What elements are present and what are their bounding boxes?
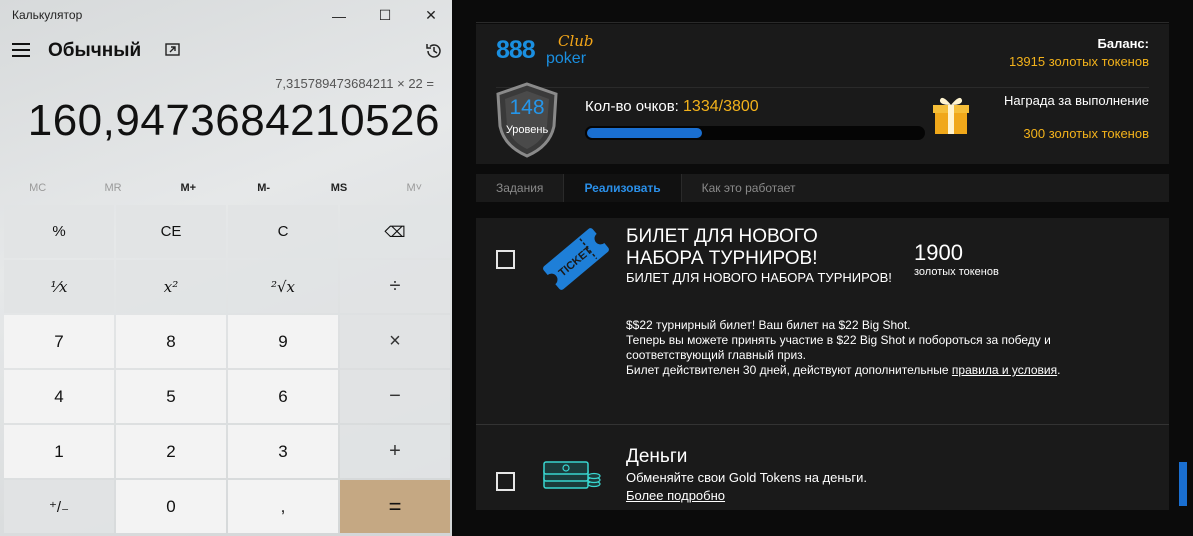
offer-desc-line: $$22 турнирный билет! Ваш билет на $22 B… xyxy=(626,318,911,332)
tab-redeem[interactable]: Реализовать xyxy=(563,174,682,202)
minus-button[interactable]: − xyxy=(340,370,450,423)
points-label: Кол-во очков: xyxy=(585,98,679,115)
result-display: 160,9473684210526 xyxy=(27,96,440,145)
top-divider xyxy=(476,22,1169,23)
memory-row: MC MR M+ M- MS M˅ xyxy=(0,176,452,200)
decimal-button[interactable]: , xyxy=(228,480,338,533)
digit-1-button[interactable]: 1 xyxy=(4,425,114,478)
mode-title: Обычный xyxy=(48,40,142,61)
points-row: Кол-во очков: 1334/3800 xyxy=(585,98,759,116)
digit-0-button[interactable]: 0 xyxy=(116,480,226,533)
points-progress-bar xyxy=(585,126,925,140)
offer-desc-end: . xyxy=(1057,363,1061,377)
reward-value: 300 золотых токенов xyxy=(1023,126,1149,141)
minimize-button[interactable]: — xyxy=(316,0,362,31)
logo-888: 888 xyxy=(496,36,536,64)
percent-button[interactable]: % xyxy=(4,205,114,258)
offers-list: TICKET БИЛЕТ ДЛЯ НОВОГО НАБОРА ТУРНИРОВ!… xyxy=(476,218,1169,510)
digit-2-button[interactable]: 2 xyxy=(116,425,226,478)
tab-how-it-works[interactable]: Как это работает xyxy=(682,174,816,202)
maximize-button[interactable]: ☐ xyxy=(362,0,408,31)
digit-3-button[interactable]: 3 xyxy=(228,425,338,478)
keep-on-top-icon[interactable] xyxy=(164,41,182,59)
offer-ticket-checkbox[interactable] xyxy=(496,250,515,269)
equals-button[interactable]: = xyxy=(340,480,450,533)
square-button[interactable]: x² xyxy=(116,260,226,313)
calculator-header: Обычный xyxy=(0,31,452,71)
digit-5-button[interactable]: 5 xyxy=(116,370,226,423)
balance-label: Баланс: xyxy=(1097,36,1149,51)
menu-icon[interactable] xyxy=(12,43,30,57)
offer-ticket-unit: золотых токенов xyxy=(914,266,999,278)
digit-9-button[interactable]: 9 xyxy=(228,315,338,368)
window-title: Калькулятор xyxy=(12,8,83,22)
close-button[interactable]: ✕ xyxy=(408,0,454,31)
cash-icon xyxy=(543,461,601,489)
terms-link[interactable]: правила и условия xyxy=(952,363,1057,377)
m-minus-button[interactable]: M- xyxy=(226,176,301,200)
tab-tasks[interactable]: Задания xyxy=(476,174,563,202)
club-header-card: 888 Club poker Баланс: 13915 золотых ток… xyxy=(476,24,1169,164)
888poker-club-logo: 888 Club poker xyxy=(496,32,594,67)
logo-club: Club xyxy=(558,32,594,50)
expression-display: 7,315789473684211 × 22 = xyxy=(275,76,434,91)
mc-button[interactable]: MC xyxy=(0,176,75,200)
offer-money-title: Деньги xyxy=(626,446,688,467)
tabs-bar: Задания Реализовать Как это работает xyxy=(476,174,1169,202)
clear-button[interactable]: C xyxy=(228,205,338,258)
level-number: 148 xyxy=(509,96,545,119)
negate-button[interactable]: ⁺/₋ xyxy=(4,480,114,533)
ms-button[interactable]: MS xyxy=(301,176,376,200)
reciprocal-button[interactable]: ¹⁄x xyxy=(4,260,114,313)
plus-button[interactable]: + xyxy=(340,425,450,478)
digit-8-button[interactable]: 8 xyxy=(116,315,226,368)
digit-4-button[interactable]: 4 xyxy=(4,370,114,423)
offer-ticket-subtitle: БИЛЕТ ДЛЯ НОВОГО НАБОРА ТУРНИРОВ! xyxy=(626,270,892,285)
digit-7-button[interactable]: 7 xyxy=(4,315,114,368)
balance-value: 13915 золотых токенов xyxy=(1008,54,1149,69)
offer-ticket-description: $$22 турнирный билет! Ваш билет на $22 B… xyxy=(626,318,1066,378)
backspace-button[interactable]: ⌫ xyxy=(340,205,450,258)
divide-button[interactable]: ÷ xyxy=(340,260,450,313)
offer-desc-line: Теперь вы можете принять участие в $22 B… xyxy=(626,333,1051,362)
points-value: 1334/3800 xyxy=(683,98,759,115)
clear-entry-button[interactable]: CE xyxy=(116,205,226,258)
mr-button[interactable]: MR xyxy=(75,176,150,200)
sqrt-button[interactable]: ²√x xyxy=(228,260,338,313)
digit-6-button[interactable]: 6 xyxy=(228,370,338,423)
history-icon[interactable] xyxy=(424,41,444,61)
header-separator xyxy=(496,87,1149,88)
level-shield-icon xyxy=(496,82,558,158)
ticket-icon: TICKET xyxy=(543,228,609,290)
multiply-button[interactable]: × xyxy=(340,315,450,368)
calculator-titlebar: Калькулятор — ☐ ✕ xyxy=(0,0,452,31)
more-details-link[interactable]: Более подробно xyxy=(626,488,725,503)
offer-desc-line: Билет действителен 30 дней, действуют до… xyxy=(626,363,949,377)
memory-list-button[interactable]: M˅ xyxy=(377,176,452,200)
scrollbar-thumb[interactable] xyxy=(1179,462,1187,506)
offer-money-subtitle: Обменяйте свои Gold Tokens на деньги. xyxy=(626,470,867,485)
calculator-window: Калькулятор — ☐ ✕ Обычный 7,315789473684… xyxy=(0,0,452,536)
gift-icon xyxy=(933,97,969,134)
offer-ticket-price: 1900 xyxy=(914,240,963,265)
poker-club-panel: 888 Club poker Баланс: 13915 золотых ток… xyxy=(456,0,1193,536)
reward-label: Награда за выполнение xyxy=(1004,93,1149,108)
level-label: Уровень xyxy=(505,124,549,136)
points-progress-fill xyxy=(585,126,705,140)
m-plus-button[interactable]: M+ xyxy=(151,176,226,200)
offer-divider xyxy=(476,424,1169,425)
logo-poker: poker xyxy=(546,50,587,67)
offer-ticket-title: БИЛЕТ ДЛЯ НОВОГО НАБОРА ТУРНИРОВ! xyxy=(626,226,818,269)
offer-money-checkbox[interactable] xyxy=(496,472,515,491)
keypad: % CE C ⌫ ¹⁄x x² ²√x ÷ 7 8 9 × 4 5 6 − 1 … xyxy=(4,205,450,533)
